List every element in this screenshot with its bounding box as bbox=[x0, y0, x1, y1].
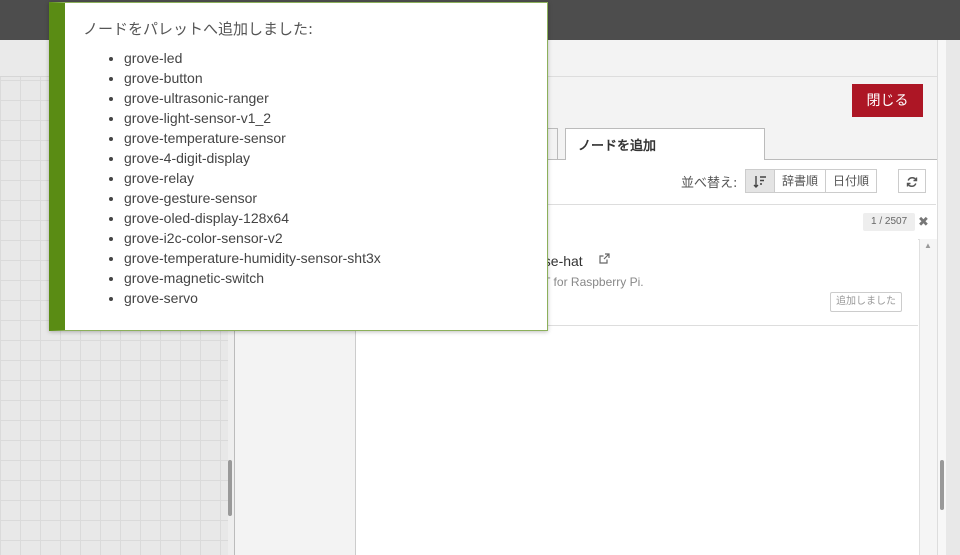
refresh-icon[interactable] bbox=[898, 169, 926, 193]
list-item: grove-led bbox=[124, 48, 381, 68]
result-count: 1 / 2507 bbox=[863, 213, 916, 231]
right-sidebar-edge bbox=[946, 40, 960, 555]
node-description: AT for Raspberry Pi. bbox=[536, 275, 644, 289]
sort-alpha-button[interactable]: 辞書順 bbox=[775, 169, 827, 193]
list-item: grove-light-sensor-v1_2 bbox=[124, 108, 381, 128]
list-item: grove-gesture-sensor bbox=[124, 188, 381, 208]
results-scrollbar[interactable]: ▲ bbox=[919, 239, 938, 555]
list-item: grove-magnetic-switch bbox=[124, 268, 381, 288]
sort-icon[interactable] bbox=[745, 169, 775, 193]
added-node-list: grove-led grove-button grove-ultrasonic-… bbox=[107, 48, 381, 308]
scrollbar-thumb[interactable] bbox=[940, 460, 944, 510]
list-item: grove-4-digit-display bbox=[124, 148, 381, 168]
page-scrollbar[interactable] bbox=[937, 40, 946, 555]
sort-date-button[interactable]: 日付順 bbox=[826, 169, 878, 193]
close-button[interactable]: 閉じる bbox=[852, 84, 923, 117]
resize-handle[interactable] bbox=[228, 460, 232, 516]
list-item: grove-oled-display-128x64 bbox=[124, 208, 381, 228]
list-item: grove-temperature-humidity-sensor-sht3x bbox=[124, 248, 381, 268]
list-item: grove-servo bbox=[124, 288, 381, 308]
notification-popup: ノードをパレットへ追加しました: grove-led grove-button … bbox=[49, 2, 548, 331]
list-item: grove-button bbox=[124, 68, 381, 88]
tab-install[interactable]: ノードを追加 bbox=[565, 128, 765, 160]
list-item: grove-ultrasonic-ranger bbox=[124, 88, 381, 108]
list-item: grove-i2c-color-sensor-v2 bbox=[124, 228, 381, 248]
scroll-up-icon[interactable]: ▲ bbox=[924, 241, 932, 250]
sort-options: 辞書順 日付順 bbox=[745, 169, 878, 193]
sort-label: 並べ替え: bbox=[681, 176, 738, 191]
list-item: grove-relay bbox=[124, 168, 381, 188]
close-icon[interactable]: ✖ bbox=[918, 213, 929, 231]
external-link-icon[interactable] bbox=[599, 253, 610, 267]
added-badge: 追加しました bbox=[830, 292, 902, 312]
notification-title: ノードをパレットへ追加しました: bbox=[83, 20, 314, 38]
list-item: grove-temperature-sensor bbox=[124, 128, 381, 148]
